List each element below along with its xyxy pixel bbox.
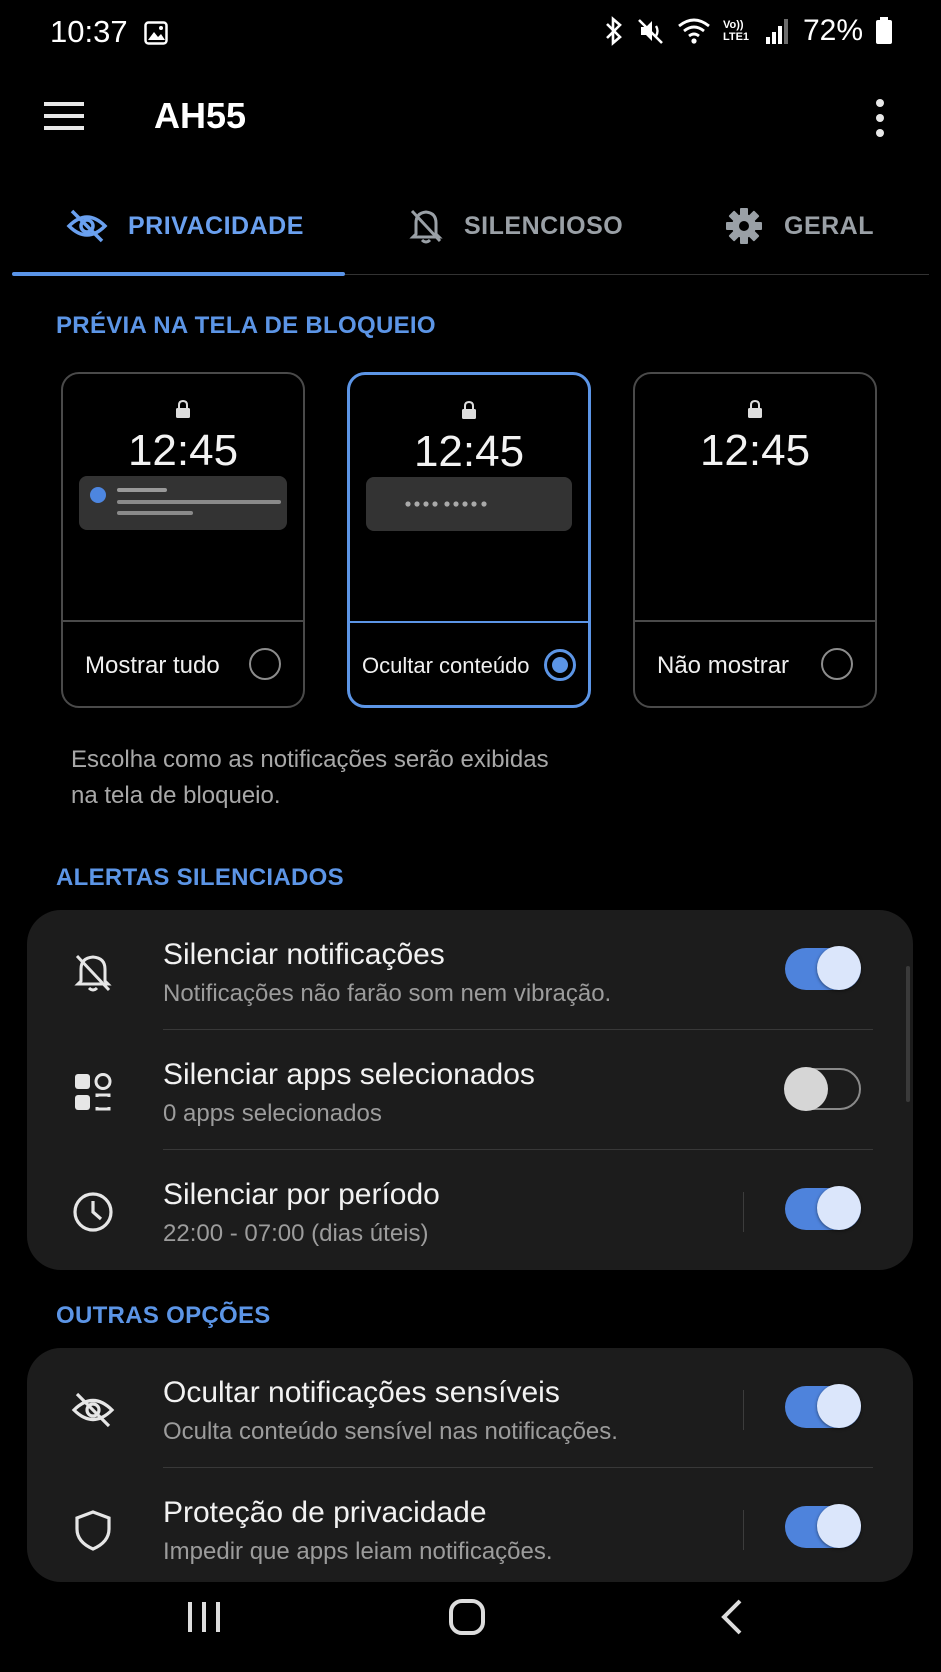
setting-subtitle: Impedir que apps leiam notificações. <box>163 1538 553 1565</box>
card-divider <box>63 620 303 622</box>
scrollbar[interactable] <box>906 966 910 1102</box>
toggle-silence-schedule[interactable] <box>785 1186 861 1230</box>
tab-privacidade[interactable]: PRIVACIDADE <box>66 180 304 272</box>
toggle-privacy-protection[interactable] <box>785 1504 861 1548</box>
menu-icon[interactable] <box>44 98 84 134</box>
radio-dont-show[interactable] <box>821 648 853 680</box>
back-icon[interactable] <box>718 1598 746 1636</box>
vertical-divider <box>743 1192 744 1232</box>
setting-row-silence-schedule[interactable]: Silenciar por período 22:00 - 07:00 (dia… <box>27 1150 913 1270</box>
preview-option-dont-show[interactable]: 12:45 Não mostrar <box>633 372 877 708</box>
setting-title: Silenciar notificações <box>163 938 445 971</box>
notification-preview-full <box>79 476 287 530</box>
lock-icon <box>462 401 476 419</box>
tab-geral[interactable]: GERAL <box>724 180 874 272</box>
network-label: Vo)) LTE1 <box>722 19 750 43</box>
home-icon[interactable] <box>448 1598 486 1636</box>
wifi-icon <box>678 18 710 44</box>
setting-subtitle: Notificações não farão som nem vibração. <box>163 980 612 1007</box>
lock-icon <box>748 400 762 418</box>
setting-row-silence-selected-apps[interactable]: Silenciar apps selecionados 0 apps selec… <box>27 1030 913 1150</box>
bell-off-icon <box>409 209 443 244</box>
preview-option-label: Ocultar conteúdo <box>362 653 530 678</box>
radio-hide-content[interactable] <box>544 649 576 681</box>
helper-line: na tela de bloqueio. <box>71 782 281 809</box>
tab-label: PRIVACIDADE <box>128 211 304 240</box>
lock-preview-helper-text: Escolha como as notificações serão exibi… <box>71 742 691 814</box>
radio-show-all[interactable] <box>249 648 281 680</box>
card-divider <box>635 620 875 622</box>
signal-icon <box>765 19 788 44</box>
toggle-silence-selected-apps[interactable] <box>784 1067 861 1111</box>
silenced-alerts-panel: Silenciar notificações Notificações não … <box>27 910 913 1270</box>
gear-icon <box>726 208 762 244</box>
clock-icon <box>73 1192 113 1232</box>
lock-icon <box>176 400 190 418</box>
notification-preview-hidden <box>366 477 572 531</box>
vertical-divider <box>743 1510 744 1550</box>
section-title-other-options: OUTRAS OPÇÕES <box>56 1302 271 1329</box>
mute-vibrate-icon <box>638 19 663 44</box>
tab-label: GERAL <box>784 211 874 240</box>
shield-icon <box>75 1510 111 1551</box>
setting-row-hide-sensitive[interactable]: Ocultar notificações sensíveis Oculta co… <box>27 1348 913 1468</box>
tab-indicator <box>12 272 345 276</box>
preview-clock: 12:45 <box>413 427 525 476</box>
preview-option-show-all[interactable]: 12:45 Mostrar tudo <box>61 372 305 708</box>
tab-divider <box>345 274 929 275</box>
status-bar: 10:37 Vo)) LTE1 72% <box>0 0 941 68</box>
section-title-silenced-alerts: ALERTAS SILENCIADOS <box>56 864 344 891</box>
recent-apps-icon[interactable] <box>186 1600 222 1634</box>
setting-title: Proteção de privacidade <box>163 1496 487 1529</box>
card-divider <box>350 621 588 623</box>
vertical-divider <box>743 1390 744 1430</box>
battery-percent: 72% <box>802 14 863 47</box>
setting-subtitle: 0 apps selecionados <box>163 1100 382 1127</box>
helper-line: Escolha como as notificações serão exibi… <box>71 746 549 773</box>
apps-icon <box>75 1073 112 1111</box>
setting-title: Ocultar notificações sensíveis <box>163 1376 560 1409</box>
setting-row-silence-notifications[interactable]: Silenciar notificações Notificações não … <box>27 910 913 1030</box>
preview-clock: 12:45 <box>127 426 239 475</box>
gallery-notification-icon <box>144 21 168 45</box>
battery-icon <box>876 17 892 44</box>
app-title: AH55 <box>154 95 247 136</box>
tab-label: SILENCIOSO <box>464 211 624 240</box>
setting-title: Silenciar por período <box>163 1178 440 1211</box>
other-options-panel: Ocultar notificações sensíveis Oculta co… <box>27 1348 913 1582</box>
tab-silencioso[interactable]: SILENCIOSO <box>408 180 623 272</box>
setting-subtitle: Oculta conteúdo sensível nas notificaçõe… <box>163 1418 618 1445</box>
system-navigation-bar <box>0 1586 941 1672</box>
toggle-silence-notifications[interactable] <box>785 946 861 990</box>
preview-option-hide-content[interactable]: 12:45 Ocultar conteúdo <box>347 372 591 708</box>
preview-option-label: Mostrar tudo <box>85 652 220 679</box>
setting-row-privacy-protection[interactable]: Proteção de privacidade Impedir que apps… <box>27 1468 913 1588</box>
preview-option-label: Não mostrar <box>657 652 790 679</box>
section-title-lock-preview: PRÉVIA NA TELA DE BLOQUEIO <box>56 312 436 339</box>
toggle-hide-sensitive[interactable] <box>785 1384 861 1428</box>
bell-off-icon <box>74 954 112 992</box>
bluetooth-icon <box>606 16 622 46</box>
more-options-icon[interactable] <box>868 96 892 140</box>
setting-subtitle: 22:00 - 07:00 (dias úteis) <box>163 1220 429 1247</box>
eye-off-icon <box>71 1392 115 1428</box>
eye-off-icon <box>66 209 108 243</box>
status-time: 10:37 <box>50 14 128 49</box>
tab-bar: PRIVACIDADE SILENCIOSO GERAL <box>12 180 929 276</box>
preview-clock: 12:45 <box>699 426 811 475</box>
setting-title: Silenciar apps selecionados <box>163 1058 535 1091</box>
